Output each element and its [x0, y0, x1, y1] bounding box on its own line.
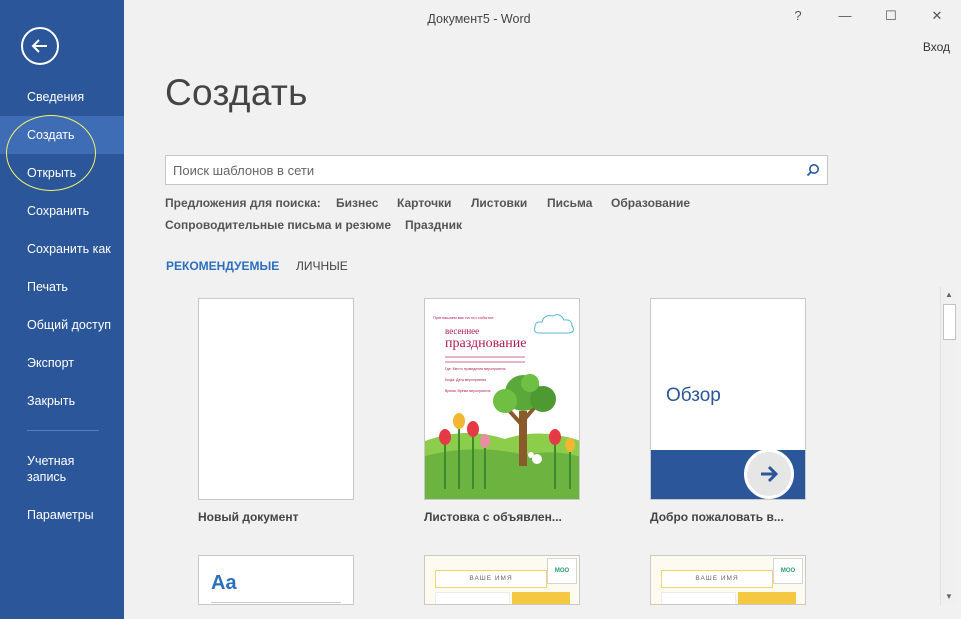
nav-item-close[interactable]: Закрыть	[0, 382, 124, 420]
flyer-preview-lines	[445, 356, 525, 366]
backstage-sidebar: Сведения Создать Открыть Сохранить Сохра…	[0, 0, 124, 619]
nav-item-account[interactable]: Учетная запись	[0, 449, 124, 489]
nav-item-new[interactable]: Создать	[0, 116, 124, 154]
suggestion-link-flyers[interactable]: Листовки	[471, 196, 527, 210]
suggestion-link-cards[interactable]: Карточки	[397, 196, 451, 210]
suggestion-link-business[interactable]: Бизнес	[336, 196, 378, 210]
suggestions-label: Предложения для поиска:	[165, 196, 321, 210]
help-button[interactable]: ?	[787, 6, 809, 26]
styles-preview-line	[211, 602, 341, 603]
spring-garden-illustration	[425, 374, 579, 499]
cloud-icon	[534, 314, 574, 334]
scroll-down-arrow-icon[interactable]: ▼	[941, 589, 957, 605]
close-button[interactable]: ✕	[926, 6, 948, 26]
tab-personal[interactable]: ЛИЧНЫЕ	[296, 259, 348, 273]
minimize-button[interactable]: —	[834, 6, 856, 26]
flyer-preview-head: Приглашаем вас на это событие	[433, 315, 494, 320]
maximize-button[interactable]: ☐	[880, 6, 902, 26]
card-preview-name: ВАШЕ ИМЯ	[435, 570, 547, 588]
scroll-thumb[interactable]	[943, 304, 956, 340]
card-preview-name: ВАШЕ ИМЯ	[661, 570, 773, 588]
vertical-scrollbar[interactable]: ▲ ▼	[940, 287, 957, 605]
nav-item-export[interactable]: Экспорт	[0, 344, 124, 382]
template-business-card[interactable]: ВАШЕ ИМЯ MOO	[650, 555, 806, 605]
back-button[interactable]	[21, 27, 59, 65]
tab-featured[interactable]: РЕКОМЕНДУЕМЫЕ	[166, 259, 279, 273]
nav-item-open[interactable]: Открыть	[0, 154, 124, 192]
window-title: Документ5 - Word	[427, 12, 531, 26]
template-welcome-tour[interactable]: Обзор	[650, 298, 806, 500]
template-styles[interactable]: Aa	[198, 555, 354, 605]
template-search-input[interactable]	[166, 156, 796, 184]
flyer-preview-title-2: празднование	[445, 336, 527, 351]
template-label: Листовка с объявлен...	[424, 510, 562, 524]
flyer-preview-title-1: весеннее	[445, 326, 480, 336]
moo-badge: MOO	[547, 558, 577, 584]
search-icon	[806, 164, 819, 177]
nav-item-save-as[interactable]: Сохранить как	[0, 230, 124, 268]
styles-preview-text: Aa	[211, 572, 237, 594]
search-button[interactable]	[799, 156, 827, 184]
moo-badge: MOO	[773, 558, 803, 584]
suggestion-link-letters[interactable]: Письма	[547, 196, 592, 210]
sidebar-divider	[27, 430, 99, 431]
suggestion-link-education[interactable]: Образование	[611, 196, 690, 210]
template-label: Новый документ	[198, 510, 299, 524]
sign-in-link[interactable]: Вход	[923, 40, 950, 54]
nav-item-save[interactable]: Сохранить	[0, 192, 124, 230]
template-business-card[interactable]: ВАШЕ ИМЯ MOO	[424, 555, 580, 605]
arrow-right-icon	[761, 465, 779, 483]
tour-preview-text: Обзор	[666, 385, 721, 406]
card-preview-block	[512, 592, 570, 604]
tour-preview-circle	[744, 449, 794, 499]
suggestion-link-cover-letters[interactable]: Сопроводительные письма и резюме	[165, 218, 391, 232]
template-event-flyer[interactable]: Приглашаем вас на это событие весеннее п…	[424, 298, 580, 500]
scroll-up-arrow-icon[interactable]: ▲	[941, 287, 957, 303]
card-preview-block	[661, 592, 736, 604]
suggestion-link-holiday[interactable]: Праздник	[405, 218, 462, 232]
arrow-left-icon	[31, 39, 47, 53]
card-preview-block	[738, 592, 796, 604]
nav-item-info[interactable]: Сведения	[0, 78, 124, 116]
card-preview-block	[435, 592, 510, 604]
page-title: Создать	[165, 72, 308, 113]
template-blank-document[interactable]	[198, 298, 354, 500]
nav-item-options[interactable]: Параметры	[0, 496, 124, 534]
template-label: Добро пожаловать в...	[650, 510, 784, 524]
template-search-box	[165, 155, 828, 185]
nav-item-share[interactable]: Общий доступ	[0, 306, 124, 344]
nav-item-print[interactable]: Печать	[0, 268, 124, 306]
